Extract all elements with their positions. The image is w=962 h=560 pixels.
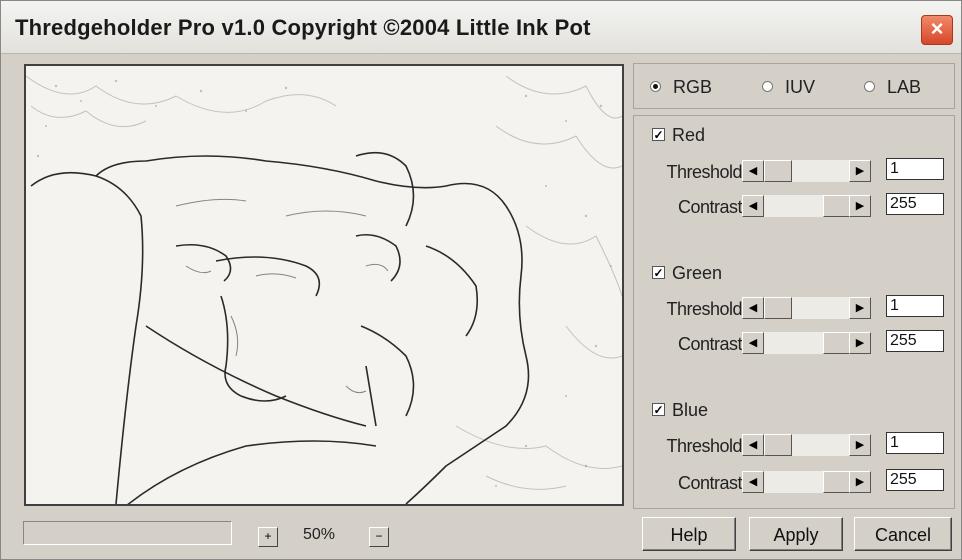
slider-thumb[interactable] [823,471,851,493]
apply-button[interactable]: Apply [749,517,843,551]
zoom-out-button[interactable]: − [369,527,389,547]
radio-lab[interactable]: LAB [864,77,921,98]
scroll-right-icon[interactable]: ▶ [849,471,871,493]
settings-panel: RGB IUV LAB ✓ Red Threshold ◀ ▶ Contrast … [633,63,957,509]
color-space-group: RGB IUV LAB [633,63,955,109]
contrast-label: Contrast [677,334,743,354]
checkmark-icon: ✓ [652,127,665,142]
green-label: Green [672,263,723,283]
scroll-right-icon[interactable]: ▶ [849,332,871,354]
radio-lab-label: LAB [887,77,922,97]
scroll-left-icon[interactable]: ◀ [742,332,764,354]
scroll-right-icon[interactable]: ▶ [849,297,871,319]
scroll-right-icon[interactable]: ▶ [849,195,871,217]
zoom-in-button[interactable]: + [258,527,278,547]
contrast-label: Contrast [677,197,743,217]
radio-rgb[interactable]: RGB [650,77,712,98]
minus-icon: − [375,529,383,543]
blue-threshold-input[interactable] [886,432,944,454]
blue-contrast-slider[interactable]: ◀ ▶ [742,471,871,493]
red-contrast-input[interactable] [886,193,944,215]
checkmark-icon: ✓ [652,265,665,280]
help-button[interactable]: Help [642,517,736,551]
green-checkbox[interactable]: ✓ Green [652,263,722,284]
radio-dot [864,80,875,92]
red-label: Red [672,125,706,145]
plus-icon: + [264,529,272,543]
red-contrast-row: Contrast ◀ ▶ [634,193,956,221]
zoom-level: 50% [303,526,336,543]
blue-contrast-input[interactable] [886,469,944,491]
green-threshold-row: Threshold ◀ ▶ [634,295,956,323]
scroll-left-icon[interactable]: ◀ [742,434,764,456]
blue-contrast-row: Contrast ◀ ▶ [634,469,956,497]
blue-checkbox[interactable]: ✓ Blue [652,400,708,421]
blue-label: Blue [672,400,709,420]
channels-group: ✓ Red Threshold ◀ ▶ Contrast ◀ ▶ [633,115,955,509]
radio-dot [650,80,661,92]
close-button[interactable]: × [921,15,953,45]
edge-detected-photo [26,66,622,504]
slider-thumb[interactable] [823,332,851,354]
image-preview [24,64,624,506]
green-contrast-row: Contrast ◀ ▶ [634,330,956,358]
scroll-left-icon[interactable]: ◀ [742,195,764,217]
radio-iuv[interactable]: IUV [762,77,815,98]
slider-thumb[interactable] [764,434,792,456]
scroll-right-icon[interactable]: ▶ [849,160,871,182]
radio-rgb-label: RGB [673,77,713,97]
scroll-left-icon[interactable]: ◀ [742,160,764,182]
scroll-right-icon[interactable]: ▶ [849,434,871,456]
threshold-label: Threshold [666,436,742,456]
dialog-window: Thredgeholder Pro v1.0 Copyright ©2004 L… [0,0,962,560]
title-bar[interactable]: Thredgeholder Pro v1.0 Copyright ©2004 L… [1,1,961,54]
blue-threshold-row: Threshold ◀ ▶ [634,432,956,460]
blue-threshold-slider[interactable]: ◀ ▶ [742,434,871,456]
threshold-label: Threshold [666,162,742,182]
red-threshold-row: Threshold ◀ ▶ [634,158,956,186]
red-contrast-slider[interactable]: ◀ ▶ [742,195,871,217]
slider-thumb[interactable] [823,195,851,217]
radio-iuv-label: IUV [785,77,816,97]
threshold-label: Threshold [666,299,742,319]
checkmark-icon: ✓ [652,402,665,417]
cancel-button[interactable]: Cancel [854,517,952,551]
red-threshold-input[interactable] [886,158,944,180]
contrast-label: Contrast [677,473,743,493]
slider-thumb[interactable] [764,297,792,319]
slider-thumb[interactable] [764,160,792,182]
green-contrast-slider[interactable]: ◀ ▶ [742,332,871,354]
green-threshold-slider[interactable]: ◀ ▶ [742,297,871,319]
close-icon: × [930,16,944,41]
scroll-left-icon[interactable]: ◀ [742,297,764,319]
green-contrast-input[interactable] [886,330,944,352]
red-checkbox[interactable]: ✓ Red [652,125,705,146]
scroll-left-icon[interactable]: ◀ [742,471,764,493]
status-field [23,521,232,545]
green-threshold-input[interactable] [886,295,944,317]
radio-dot [762,80,773,92]
window-title: Thredgeholder Pro v1.0 Copyright ©2004 L… [15,15,591,40]
red-threshold-slider[interactable]: ◀ ▶ [742,160,871,182]
